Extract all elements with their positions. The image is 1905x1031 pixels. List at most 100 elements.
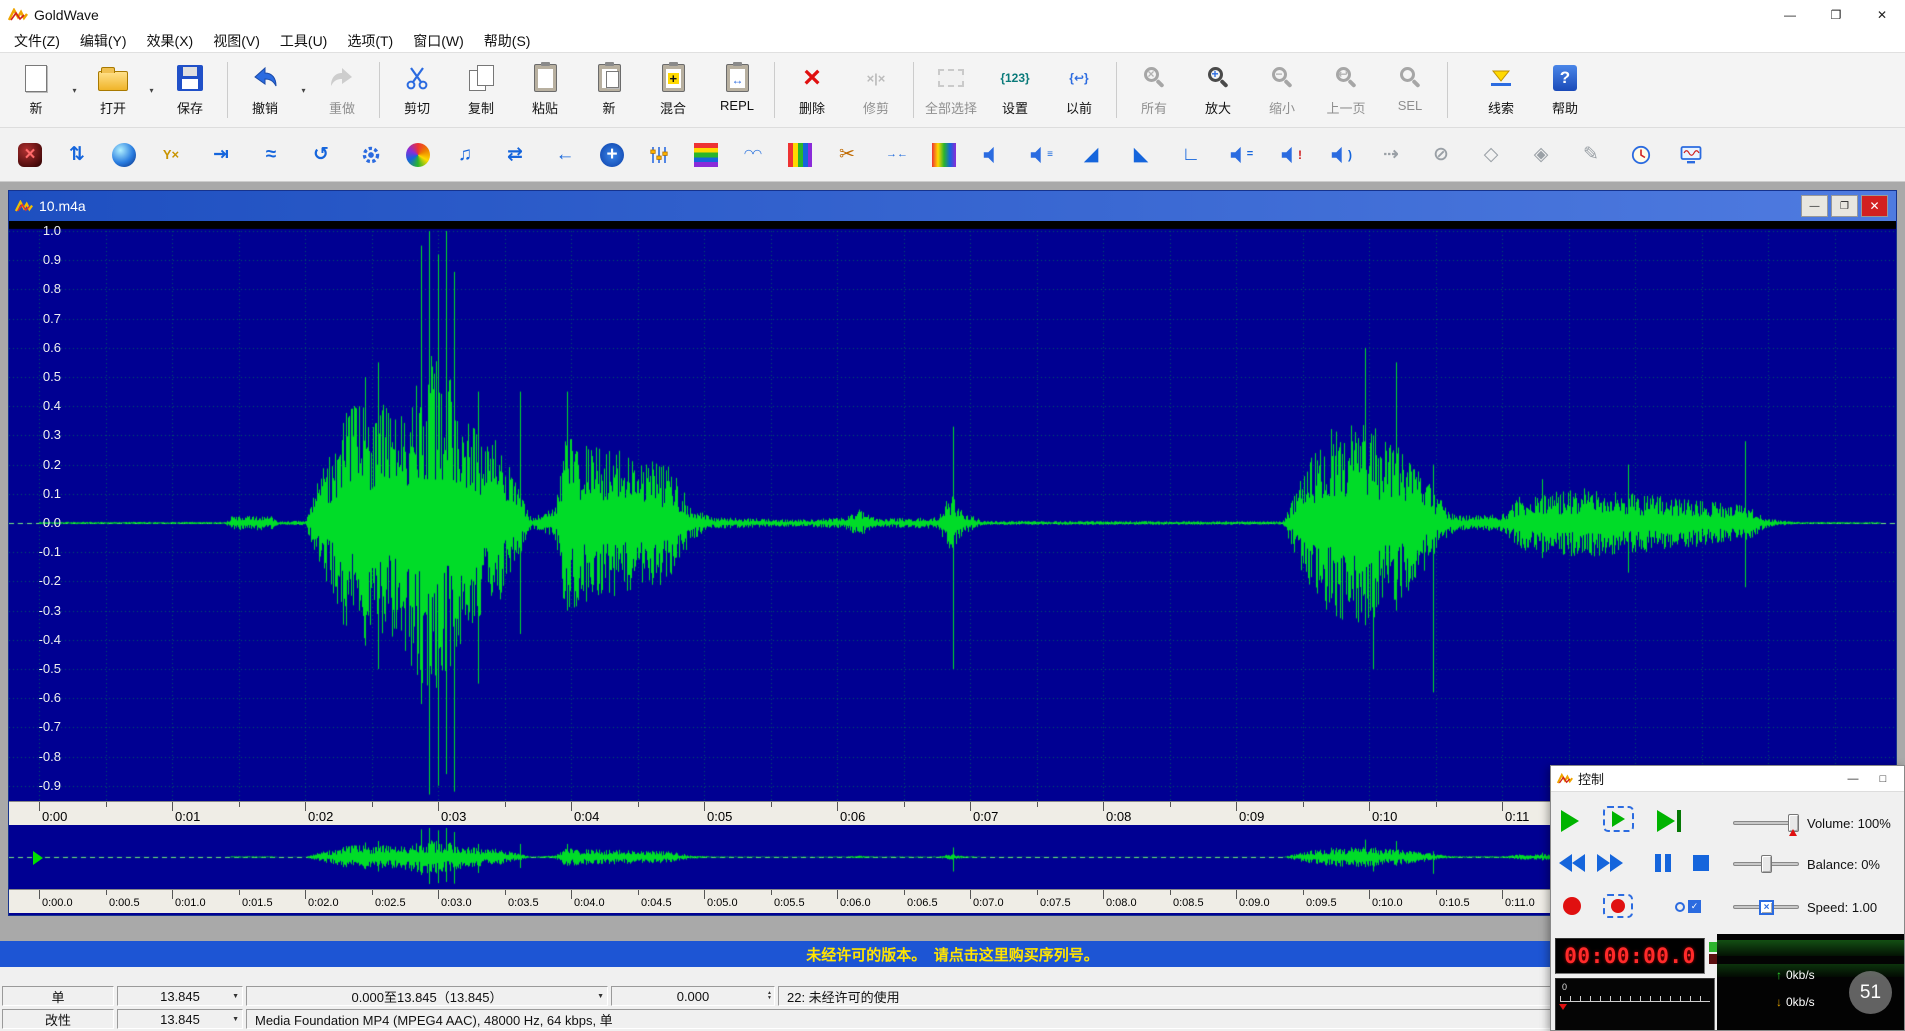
select-all-button[interactable]: 全部选择 [919, 55, 983, 125]
length-cell[interactable]: 13.845 ▼ [117, 986, 243, 1006]
balance-slider[interactable] [1733, 854, 1799, 874]
selection-cell[interactable]: 0.000至13.845（13.845） ▼ [246, 986, 608, 1006]
comb-filter-icon[interactable]: ◠◠ [738, 140, 768, 170]
speaker-icon[interactable] [976, 140, 1006, 170]
menu-file[interactable]: 文件(Z) [4, 29, 70, 53]
mechanize-icon[interactable] [356, 140, 386, 170]
axes-icon[interactable]: Y× [156, 140, 186, 170]
control-minimize-button[interactable]: — [1838, 768, 1868, 790]
shape-updown-icon[interactable]: ⇅ [62, 140, 92, 170]
length2-cell[interactable]: 13.845 ▼ [117, 1009, 243, 1029]
shift-left-icon[interactable]: ← [550, 140, 580, 170]
doc-minimize-button[interactable]: — [1801, 195, 1828, 217]
undo-button[interactable]: 撤销 [233, 55, 297, 125]
selection-dropdown-icon[interactable]: ▼ [597, 993, 604, 1000]
redo-button[interactable]: 重做 [310, 55, 374, 125]
doc-close-button[interactable]: ✕ [1861, 195, 1888, 217]
set-selection-button[interactable]: {123} 设置 [983, 55, 1047, 125]
speaker-wave-icon[interactable]: ) [1326, 140, 1356, 170]
timer-icon[interactable] [1626, 140, 1656, 170]
offset-icon[interactable]: + [600, 143, 624, 167]
trim-button[interactable]: ×|× 修剪 [844, 55, 908, 125]
menu-tools[interactable]: 工具(U) [270, 29, 337, 53]
record-button[interactable] [1563, 897, 1581, 915]
menu-edit[interactable]: 编辑(Y) [70, 29, 137, 53]
pitch-icon[interactable]: ♫ [450, 140, 480, 170]
control-properties-icon[interactable]: × [18, 143, 42, 167]
zoom-in-button[interactable]: + 放大 [1186, 55, 1250, 125]
cut-button[interactable]: 剪切 [385, 55, 449, 125]
length-dropdown-icon[interactable]: ▼ [232, 993, 239, 1000]
menu-options[interactable]: 选项(T) [337, 29, 403, 53]
undo-dropdown[interactable]: ▾ [297, 55, 310, 125]
save-button[interactable]: 保存 [158, 55, 222, 125]
overlay-badge[interactable]: 51 [1849, 971, 1892, 1014]
close-button[interactable]: ✕ [1859, 0, 1905, 29]
cue-points-button[interactable]: 线索 [1469, 55, 1533, 125]
zoom-selection-button[interactable]: SEL [1378, 55, 1442, 125]
silence-cut-icon[interactable]: ✂ [832, 140, 862, 170]
smooth-arrow-icon[interactable]: ⇢ [1376, 140, 1406, 170]
overview-position-marker[interactable] [33, 851, 43, 865]
noise-gate-icon[interactable]: →← [882, 140, 912, 170]
paste-new-button[interactable]: 新 [577, 55, 641, 125]
remix-icon[interactable] [406, 143, 430, 167]
position-cell[interactable]: 0.000 ▲▼ [611, 986, 775, 1006]
menu-help[interactable]: 帮助(S) [474, 29, 541, 53]
spectrogram-icon[interactable] [788, 143, 812, 167]
control-maximize-button[interactable]: □ [1868, 768, 1898, 790]
speaker-alert-icon[interactable]: ! [1276, 140, 1306, 170]
length2-dropdown-icon[interactable]: ▼ [232, 1016, 239, 1023]
document-title-bar[interactable]: 10.m4a — ❐ ✕ [9, 191, 1896, 221]
equalizer-icon[interactable] [644, 140, 674, 170]
play-to-end-button[interactable] [1657, 810, 1681, 832]
shape-steps-icon[interactable]: ◈ [1526, 140, 1556, 170]
play-selection-button[interactable] [1603, 806, 1634, 832]
help-button[interactable]: ? 帮助 [1533, 55, 1597, 125]
record-selection-button[interactable] [1603, 894, 1633, 918]
play-button[interactable] [1561, 810, 1579, 832]
open-dropdown[interactable]: ▾ [145, 55, 158, 125]
speed-slider[interactable]: × [1733, 897, 1799, 917]
volume-slider[interactable] [1733, 813, 1799, 833]
draw-tool-icon[interactable]: ✎ [1576, 140, 1606, 170]
spectrum-layers-icon[interactable] [694, 143, 718, 167]
color-map-icon[interactable] [932, 143, 956, 167]
waveform-canvas[interactable] [9, 221, 1896, 801]
restriction-icon[interactable]: ⊘ [1426, 140, 1456, 170]
copy-button[interactable]: 复制 [449, 55, 513, 125]
doc-restore-button[interactable]: ❐ [1831, 195, 1858, 217]
paste-button[interactable]: 粘贴 [513, 55, 577, 125]
zoom-out-button[interactable]: − 缩小 [1250, 55, 1314, 125]
speaker-shape-icon[interactable]: ≡ [1026, 140, 1056, 170]
previous-selection-button[interactable]: {↩} 以前 [1047, 55, 1111, 125]
pause-button[interactable] [1653, 854, 1673, 872]
replace-button[interactable]: ↔ REPL [705, 55, 769, 125]
zoom-all-button[interactable]: × 所有 [1122, 55, 1186, 125]
rewind-button[interactable] [1559, 854, 1585, 872]
new-dropdown[interactable]: ▾ [68, 55, 81, 125]
new-button[interactable]: 新 [4, 55, 68, 125]
record-monitor-button[interactable]: ✓ [1675, 900, 1701, 913]
doppler-icon[interactable]: ≈ [256, 140, 286, 170]
mix-button[interactable]: + 混合 [641, 55, 705, 125]
shape-tool-icon[interactable]: ◇ [1476, 140, 1506, 170]
position-spinner[interactable]: ▲▼ [767, 991, 772, 1001]
control-title-bar[interactable]: 控制 — □ [1551, 766, 1904, 792]
fast-forward-button[interactable] [1597, 854, 1623, 872]
menu-view[interactable]: 视图(V) [203, 29, 270, 53]
wave-rise-icon[interactable]: ◢ [1076, 140, 1106, 170]
stop-button[interactable] [1693, 855, 1709, 871]
menu-window[interactable]: 窗口(W) [403, 29, 474, 53]
delete-button[interactable]: × 删除 [780, 55, 844, 125]
flip-edge-icon[interactable]: ⇥ [206, 140, 236, 170]
wave-fall-icon[interactable]: ◣ [1126, 140, 1156, 170]
zoom-previous-button[interactable]: ↩ 上一页 [1314, 55, 1378, 125]
restore-button[interactable]: ❐ [1813, 0, 1859, 29]
monitor-wave-icon[interactable] [1676, 140, 1706, 170]
exchange-icon[interactable]: ⇄ [500, 140, 530, 170]
minimize-button[interactable]: — [1767, 0, 1813, 29]
speaker-eq-icon[interactable]: = [1226, 140, 1256, 170]
open-button[interactable]: 打开 [81, 55, 145, 125]
sphere-icon[interactable] [112, 143, 136, 167]
